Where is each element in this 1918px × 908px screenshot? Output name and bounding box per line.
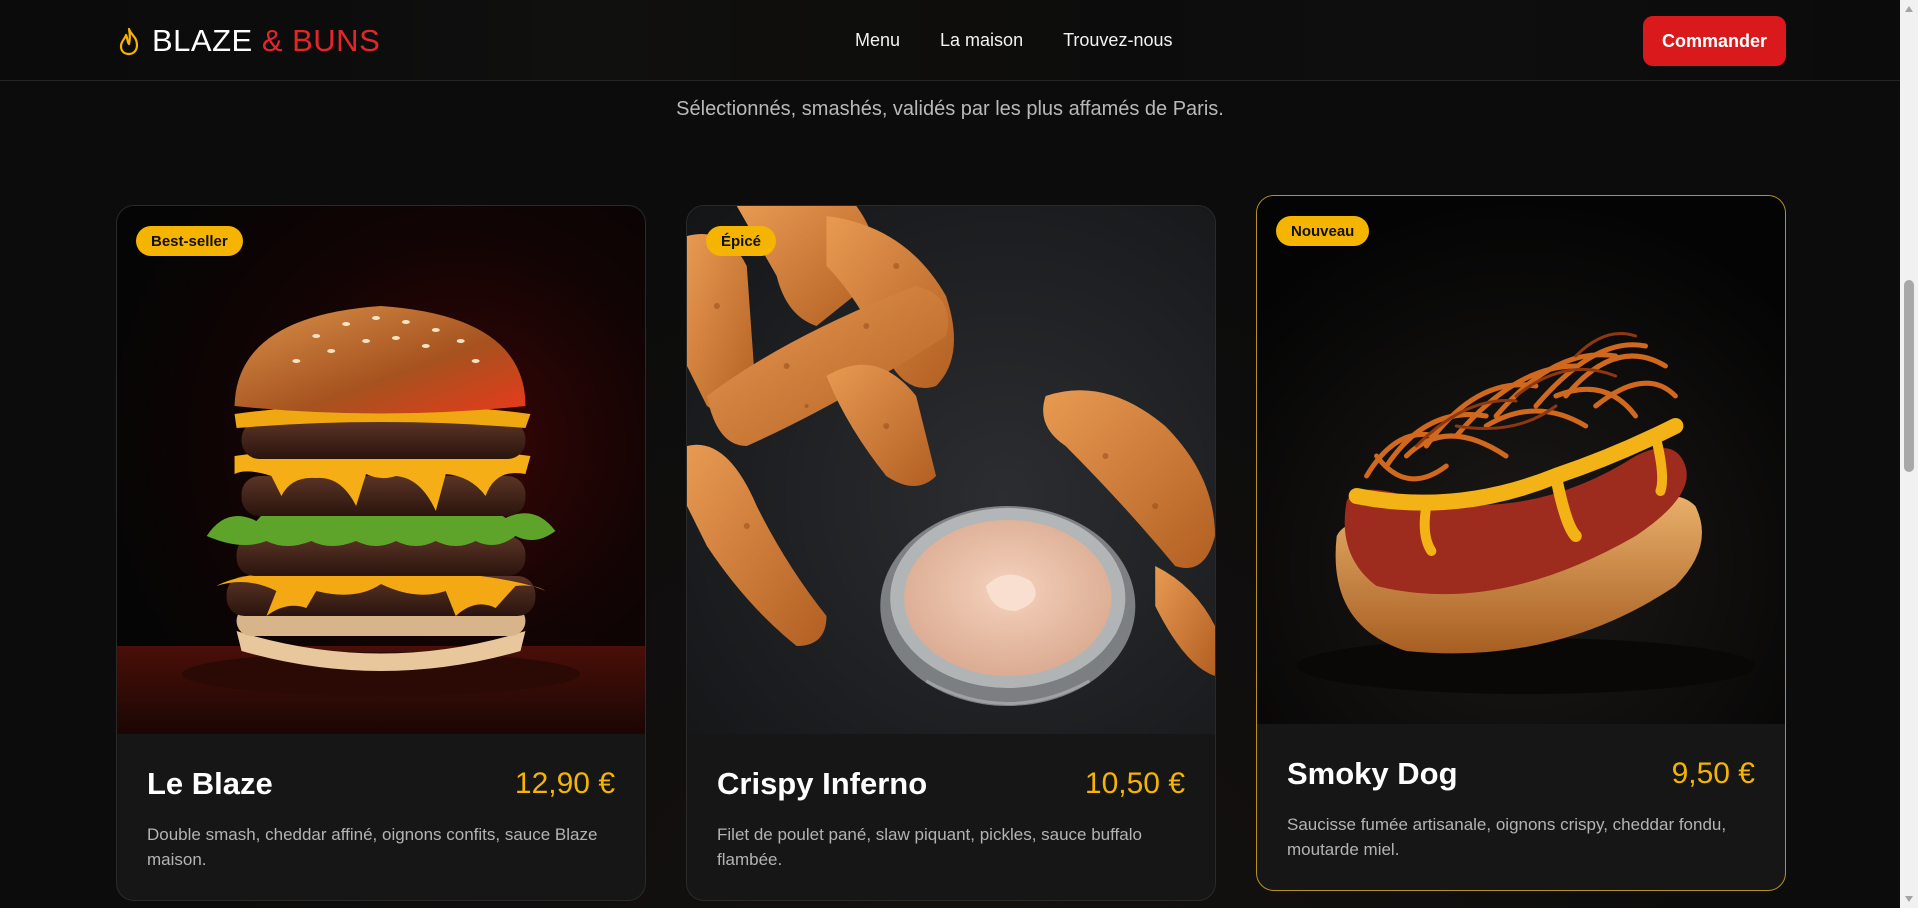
chicken-tenders-image: [687, 206, 1215, 734]
product-title-row: Smoky Dog 9,50 €: [1287, 756, 1755, 792]
nav-link-trouvez-nous[interactable]: Trouvez-nous: [1063, 30, 1172, 51]
product-badge: Nouveau: [1276, 216, 1370, 246]
product-title: Le Blaze: [147, 766, 273, 801]
brand-logo[interactable]: BLAZE & BUNS: [116, 22, 380, 60]
main-nav: Menu La maison Trouvez-nous: [855, 30, 1172, 51]
product-badge: Best-seller: [136, 226, 243, 256]
product-card-body: Crispy Inferno 10,50 € Filet de poulet p…: [687, 734, 1215, 900]
product-description: Filet de poulet pané, slaw piquant, pick…: [717, 825, 1142, 869]
product-title: Smoky Dog: [1287, 756, 1458, 791]
product-title: Crispy Inferno: [717, 766, 928, 801]
product-card-le-blaze[interactable]: Best-seller Le Blaze 12,90 € Double smas…: [116, 205, 646, 901]
nav-link-la-maison[interactable]: La maison: [940, 30, 1023, 51]
product-card-body: Le Blaze 12,90 € Double smash, cheddar a…: [117, 734, 645, 900]
scroll-up-arrow-icon[interactable]: [1905, 6, 1913, 12]
product-price: 12,90 €: [514, 767, 615, 800]
flame-icon: [119, 27, 139, 56]
product-image-burger[interactable]: Best-seller: [117, 206, 645, 734]
burger-image: [117, 206, 645, 734]
product-description: Double smash, cheddar affiné, oignons co…: [147, 825, 598, 869]
product-price: 9,50 €: [1671, 757, 1755, 790]
top-navbar: BLAZE & BUNS Menu La maison Trouvez-nous…: [0, 0, 1900, 81]
section-subtitle: Sélectionnés, smashés, validés par les p…: [676, 98, 1224, 120]
page: BLAZE & BUNS Menu La maison Trouvez-nous…: [0, 0, 1918, 908]
product-badge: Épicé: [706, 226, 777, 256]
product-card-smoky-dog[interactable]: Nouveau Smoky Dog 9,50 € Saucisse fumée …: [1256, 195, 1786, 891]
brand-name: BLAZE & BUNS: [152, 23, 381, 58]
product-price: 10,50 €: [1084, 767, 1185, 800]
product-description: Saucisse fumée artisanale, oignons crisp…: [1287, 815, 1727, 859]
order-button[interactable]: Commander: [1643, 16, 1786, 66]
product-card-body: Smoky Dog 9,50 € Saucisse fumée artisana…: [1257, 724, 1785, 890]
hot-dog-image: [1257, 196, 1785, 724]
nav-link-menu[interactable]: Menu: [855, 30, 900, 51]
page-scrollbar[interactable]: [1900, 0, 1918, 908]
product-image-tenders[interactable]: Épicé: [687, 206, 1215, 734]
product-title-row: Crispy Inferno 10,50 €: [717, 766, 1185, 802]
scroll-down-arrow-icon[interactable]: [1905, 896, 1913, 902]
product-title-row: Le Blaze 12,90 €: [147, 766, 615, 802]
brand-name-accent: & BUNS: [252, 23, 381, 58]
product-image-hotdog[interactable]: Nouveau: [1257, 196, 1785, 724]
scrollbar-thumb[interactable]: [1904, 280, 1914, 472]
product-card-crispy-inferno[interactable]: Épicé Crispy Inferno 10,50 € Filet de po…: [686, 205, 1216, 901]
